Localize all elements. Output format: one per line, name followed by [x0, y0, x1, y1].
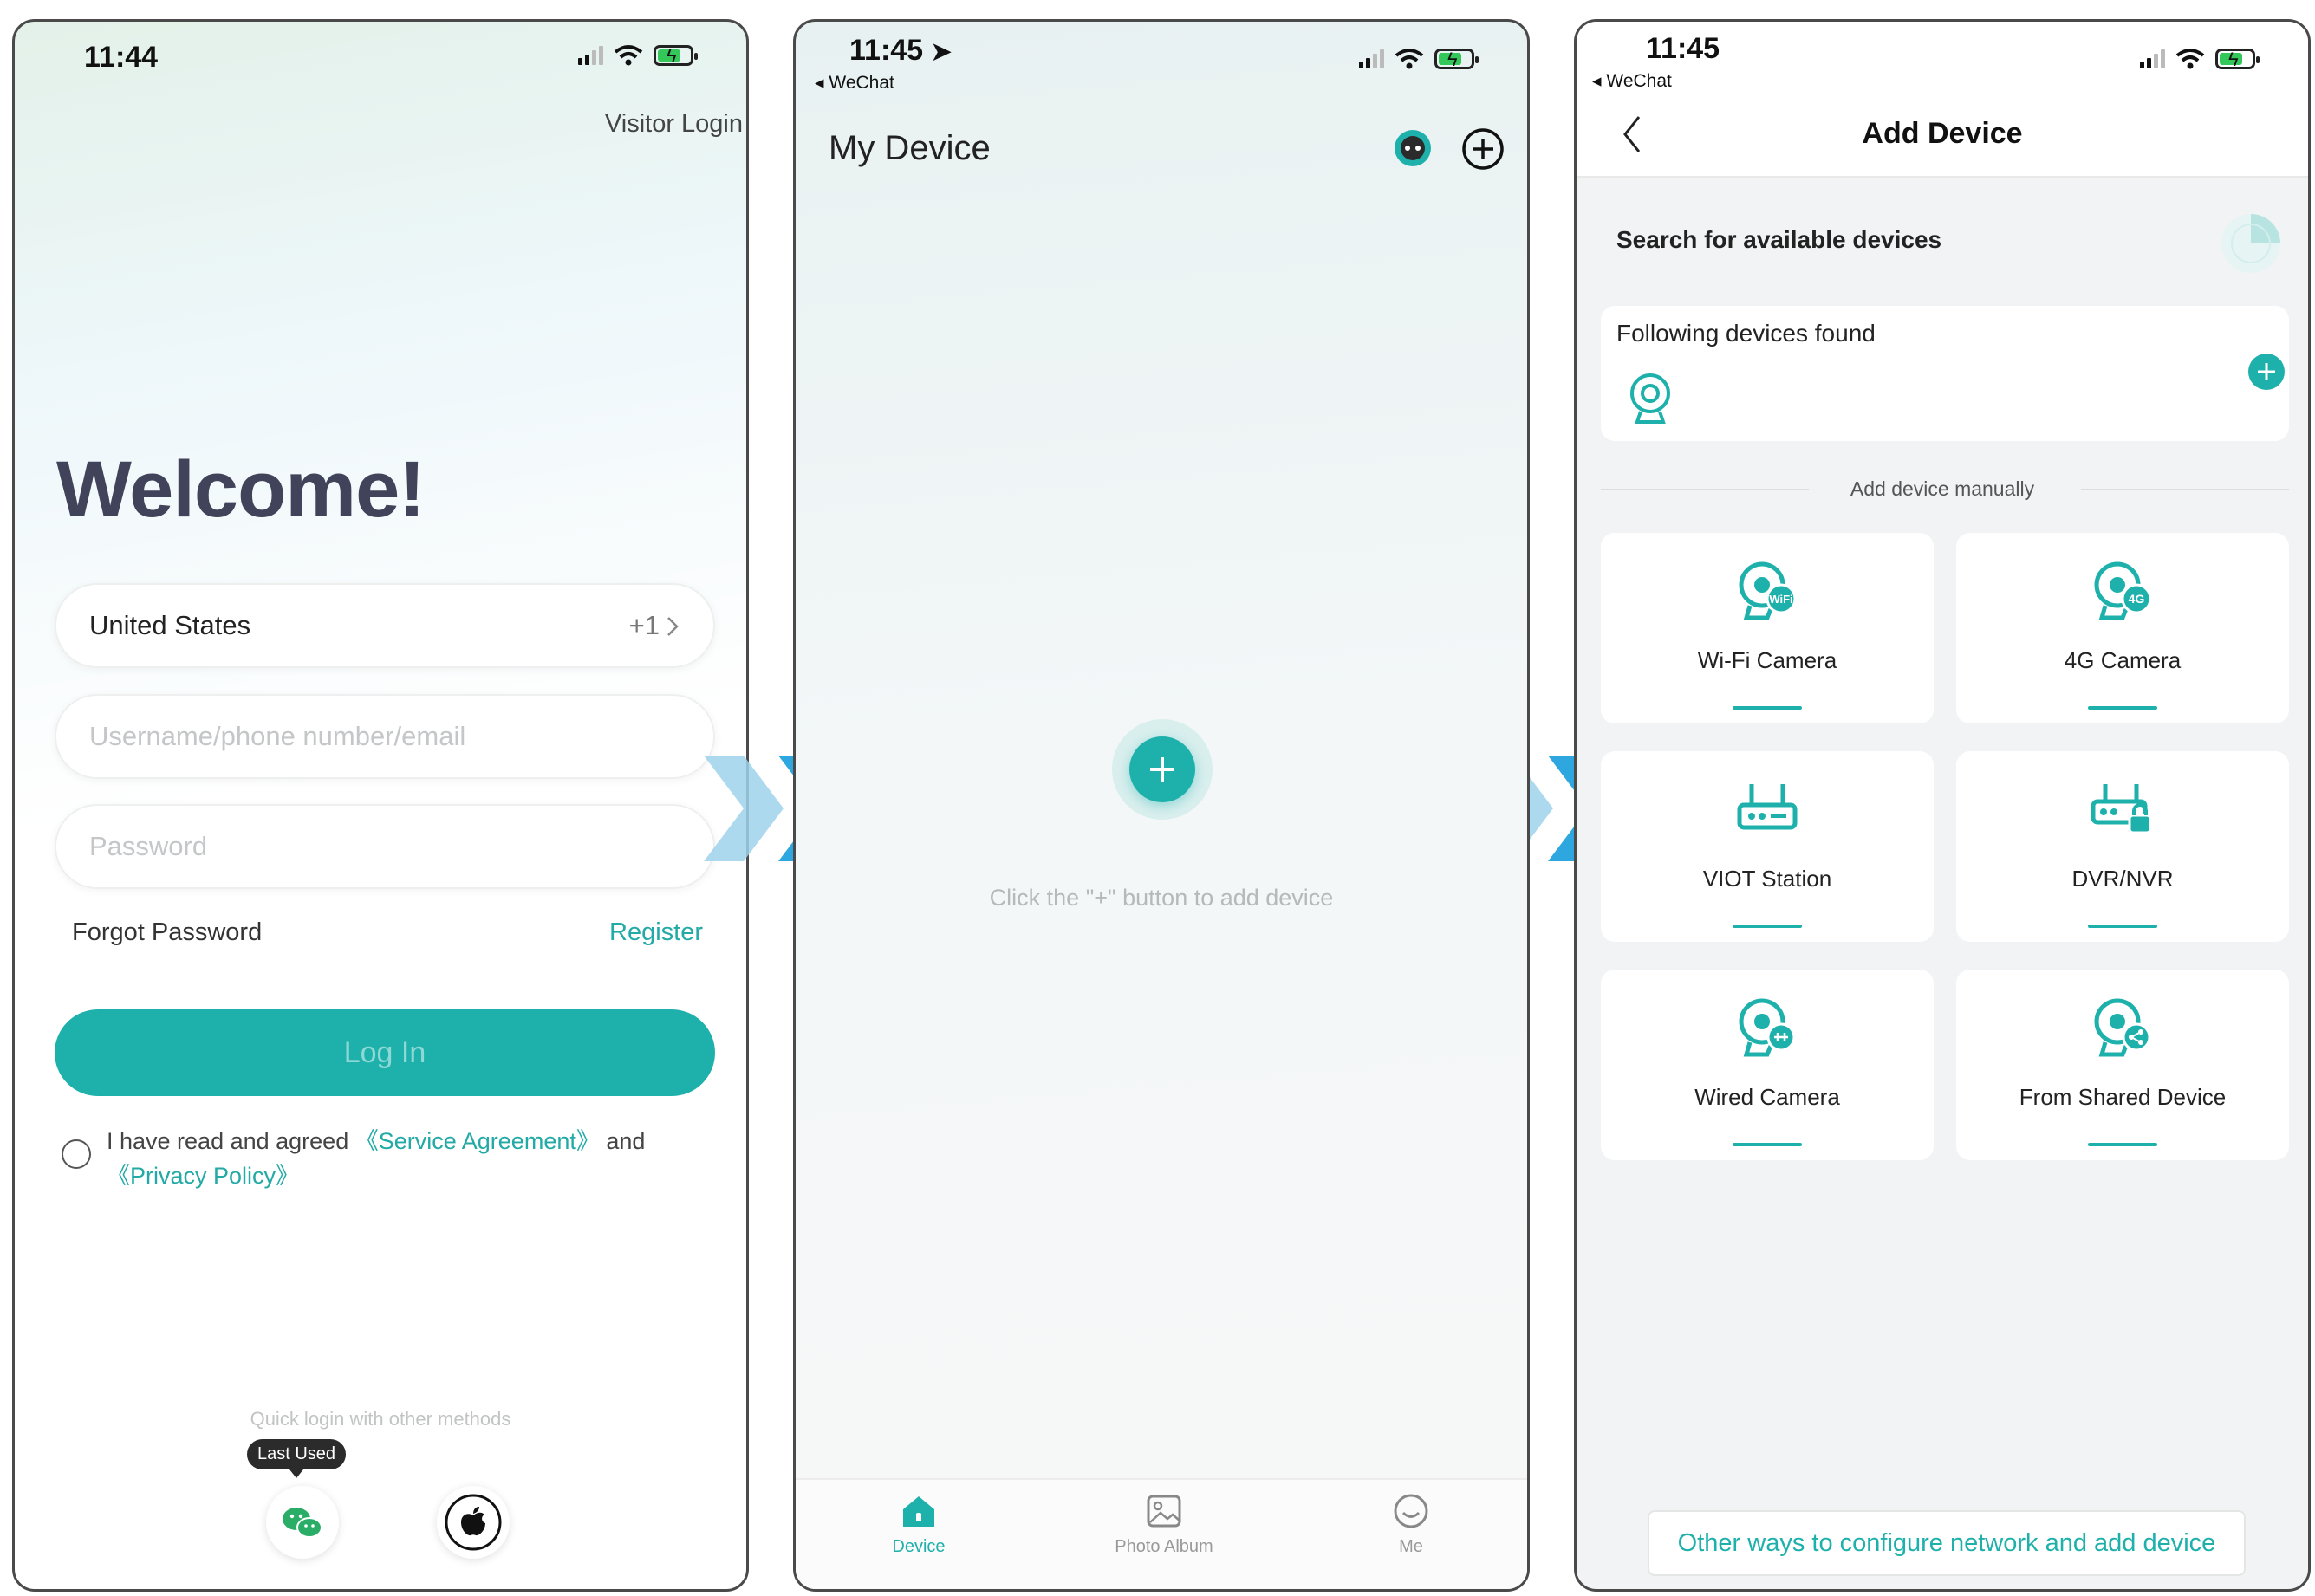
svg-text:4G: 4G	[2129, 592, 2145, 606]
station-icon	[1737, 784, 1798, 830]
photo-icon	[1147, 1495, 1181, 1528]
signal-icon	[578, 46, 603, 65]
status-time: 11:45	[1646, 32, 1720, 65]
shared-device-icon	[2094, 998, 2151, 1057]
tile-wired-camera-label: Wired Camera	[1694, 1084, 1840, 1110]
battery-icon: ϟ	[1434, 49, 1479, 70]
battery-icon: ϟ	[2215, 49, 2260, 70]
center-add-button[interactable]	[1112, 719, 1213, 820]
status-time: 11:45 ➤	[849, 34, 952, 68]
found-camera-icon[interactable]	[1627, 372, 1674, 425]
wechat-login-button[interactable]	[266, 1486, 339, 1559]
location-icon: ➤	[931, 38, 953, 65]
status-icons: ϟ	[2140, 48, 2260, 70]
tile-wired-camera[interactable]: Wired Camera	[1601, 970, 1934, 1160]
add-device-plus-icon[interactable]	[1461, 127, 1505, 171]
tile-shared-device[interactable]: From Shared Device	[1956, 970, 2289, 1160]
apple-icon	[445, 1494, 502, 1551]
tile-wifi-camera-label: Wi-Fi Camera	[1697, 647, 1837, 673]
tile-underline	[2088, 706, 2157, 710]
forgot-password-link[interactable]: Forgot Password	[72, 918, 262, 947]
tile-viot-station-label: VIOT Station	[1702, 866, 1832, 892]
password-placeholder: Password	[89, 831, 208, 861]
tile-dvr-nvr[interactable]: DVR/NVR	[1956, 751, 2289, 942]
username-placeholder: Username/phone number/email	[89, 721, 466, 751]
status-time: 11:44	[84, 41, 159, 74]
tile-dvr-nvr-label: DVR/NVR	[2071, 866, 2174, 892]
agreement-text: I have read and agreed 《Service Agreemen…	[107, 1124, 713, 1193]
signal-icon	[2140, 49, 2165, 68]
welcome-heading: Welcome!	[56, 445, 426, 534]
dvr-icon	[2091, 784, 2152, 834]
svg-text:WiFi: WiFi	[1769, 593, 1792, 606]
tile-underline	[2088, 1143, 2157, 1146]
tile-underline	[1733, 925, 1802, 928]
login-screen: 11:44 ϟ Visitor Login Welcome! United St…	[12, 19, 749, 1592]
tile-wifi-camera[interactable]: WiFi Wi-Fi Camera	[1601, 533, 1934, 723]
country-name: United States	[89, 610, 251, 640]
tab-device-label: Device	[892, 1537, 946, 1556]
wifi-icon	[614, 45, 643, 66]
last-used-tooltip: Last Used	[247, 1439, 347, 1478]
tile-underline	[1733, 1143, 1802, 1146]
tile-underline	[1733, 706, 1802, 710]
add-found-device-icon[interactable]	[2247, 353, 2286, 391]
avatar-icon[interactable]	[1392, 127, 1434, 169]
back-to-wechat[interactable]: ◂ WeChat	[1592, 70, 1672, 92]
tile-4g-camera[interactable]: 4G 4G Camera	[1956, 533, 2289, 723]
tile-underline	[2088, 925, 2157, 928]
country-selector[interactable]: United States +1	[55, 583, 715, 668]
wifi-icon	[2175, 49, 2205, 69]
tab-photo-album-label: Photo Album	[1115, 1537, 1213, 1556]
apple-login-button[interactable]	[437, 1486, 510, 1559]
page-title: Add Device	[1862, 117, 2023, 150]
found-label: Following devices found	[1616, 320, 1876, 347]
page-title: My Device	[829, 129, 991, 167]
tab-me-label: Me	[1399, 1537, 1423, 1556]
agreement-checkbox[interactable]	[62, 1139, 91, 1169]
status-time-text: 11:45	[849, 34, 924, 67]
tile-viot-station[interactable]: VIOT Station	[1601, 751, 1934, 942]
wifi-icon	[1395, 49, 1424, 69]
country-code: +1	[628, 610, 660, 640]
visitor-login-link[interactable]: Visitor Login	[605, 110, 743, 139]
home-icon	[903, 1496, 934, 1527]
status-icons: ϟ	[1359, 48, 1479, 70]
battery-icon: ϟ	[654, 45, 698, 67]
agreement-prefix: I have read and agreed	[107, 1128, 349, 1154]
wechat-icon	[283, 1508, 322, 1538]
tab-me[interactable]: Me	[1324, 1492, 1498, 1557]
smile-icon	[1394, 1494, 1428, 1528]
password-field[interactable]: Password	[55, 804, 715, 889]
back-to-wechat[interactable]: ◂ WeChat	[815, 72, 894, 94]
other-ways-link[interactable]: Other ways to configure network and add …	[1648, 1510, 2246, 1576]
found-devices-card: Following devices found	[1601, 306, 2289, 441]
center-add-circle	[1129, 736, 1195, 802]
search-label: Search for available devices	[1616, 226, 1942, 253]
quick-login-label: Quick login with other methods	[250, 1408, 511, 1430]
username-field[interactable]: Username/phone number/email	[55, 694, 715, 779]
tab-photo-album[interactable]: Photo Album	[1077, 1492, 1251, 1557]
tile-shared-device-label: From Shared Device	[2019, 1084, 2227, 1110]
my-device-screen: 11:45 ➤ ◂ WeChat ϟ My Device Click the "…	[793, 19, 1530, 1592]
empty-hint: Click the "+" button to add device	[989, 885, 1334, 911]
register-link[interactable]: Register	[609, 918, 703, 947]
4g-camera-icon: 4G	[2094, 561, 2152, 620]
signal-icon	[1359, 49, 1384, 68]
add-device-screen: 11:45 ◂ WeChat ϟ Add Device Search for a…	[1574, 19, 2311, 1592]
service-agreement-link[interactable]: 《Service Agreement》	[355, 1128, 600, 1154]
tab-device[interactable]: Device	[832, 1492, 1005, 1557]
plus-icon	[1150, 757, 1174, 782]
login-button[interactable]: Log In	[55, 1009, 715, 1096]
status-icons: ϟ	[578, 44, 698, 67]
radar-scan-icon	[2221, 214, 2280, 273]
bottom-tab-bar: Device Photo Album Me	[796, 1478, 1527, 1589]
privacy-policy-link[interactable]: 《Privacy Policy》	[107, 1163, 299, 1189]
divider-right	[2081, 489, 2289, 490]
tile-4g-camera-label: 4G Camera	[2064, 647, 2182, 673]
wired-camera-icon	[1739, 998, 1796, 1057]
chevron-right-icon	[667, 617, 679, 636]
wifi-camera-icon: WiFi	[1739, 561, 1797, 620]
agreement-and: and	[606, 1128, 646, 1154]
